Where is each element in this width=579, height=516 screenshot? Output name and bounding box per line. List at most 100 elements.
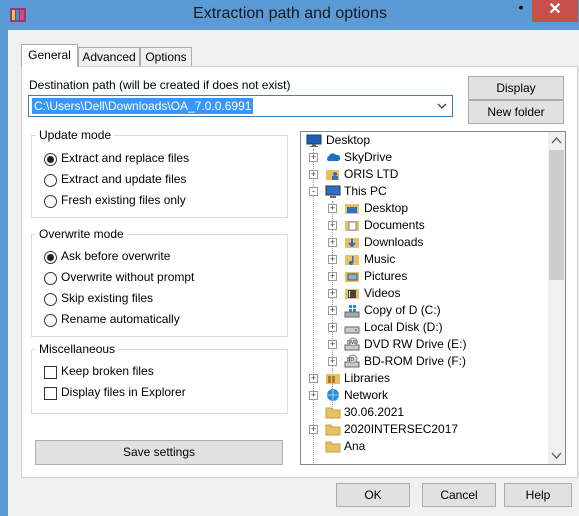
tree-item-this-pc[interactable]: - This PC xyxy=(301,183,549,200)
expand-icon[interactable]: + xyxy=(328,255,337,264)
tree-item-30-06-2021[interactable]: 30.06.2021 xyxy=(301,404,549,421)
chevron-down-icon[interactable] xyxy=(436,99,448,113)
rename-automatically-radio[interactable] xyxy=(44,314,57,327)
tree-item-ana[interactable]: Ana xyxy=(301,438,549,455)
documents-icon xyxy=(345,221,359,231)
videos-icon xyxy=(345,289,359,299)
new-folder-button[interactable]: New folder xyxy=(468,100,564,124)
desktop-icon xyxy=(306,134,322,147)
tree-item-documents[interactable]: + Documents xyxy=(301,217,549,234)
tree-item-copy-of-d[interactable]: + Copy of D (C:) xyxy=(301,302,549,319)
tree-item-this-pc-desktop[interactable]: + Desktop xyxy=(301,200,549,217)
miscellaneous-group: Miscellaneous Keep broken files Display … xyxy=(31,342,288,414)
bd-drive-icon: BD xyxy=(344,354,360,368)
folder-icon xyxy=(325,441,341,453)
tree-item-skydrive[interactable]: + SkyDrive xyxy=(301,149,549,166)
expand-icon[interactable]: + xyxy=(328,238,337,247)
tree-item-downloads[interactable]: + Downloads xyxy=(301,234,549,251)
cloud-icon xyxy=(327,153,341,161)
extract-replace-radio[interactable] xyxy=(44,153,57,166)
computer-icon xyxy=(325,185,341,198)
winrar-app-icon xyxy=(10,8,26,22)
skip-existing-label[interactable]: Skip existing files xyxy=(61,291,153,305)
network-icon xyxy=(327,389,339,401)
close-window-button[interactable]: ✕ xyxy=(532,0,578,22)
cancel-button[interactable]: Cancel xyxy=(422,483,496,507)
window-title: Extraction path and options xyxy=(193,5,387,22)
minimize-button[interactable]: • xyxy=(516,0,526,16)
destination-path-combobox[interactable]: C:\Users\Dell\Downloads\OA_7.0.0.6991 xyxy=(28,95,453,117)
tree-scrollbar[interactable] xyxy=(548,132,565,464)
tree-item-2020intersec2017[interactable]: + 2020INTERSEC2017 xyxy=(301,421,549,438)
tree-item-pictures[interactable]: + Pictures xyxy=(301,268,549,285)
extract-update-label[interactable]: Extract and update files xyxy=(61,172,186,186)
expand-icon[interactable]: + xyxy=(328,323,337,332)
tab-advanced[interactable]: Advanced xyxy=(78,47,140,66)
fresh-existing-label[interactable]: Fresh existing files only xyxy=(61,193,186,207)
keep-broken-files-label[interactable]: Keep broken files xyxy=(61,364,154,378)
expand-icon[interactable]: + xyxy=(309,425,318,434)
tree-item-desktop-root[interactable]: Desktop xyxy=(301,132,549,149)
tree-item-videos[interactable]: + Videos xyxy=(301,285,549,302)
update-mode-group: Update mode Extract and replace files Ex… xyxy=(31,128,288,218)
expand-icon[interactable]: + xyxy=(328,221,337,230)
tree-item-bd-rom-drive[interactable]: + BD BD-ROM Drive (F:) xyxy=(301,353,549,370)
tree-item-libraries[interactable]: + Libraries xyxy=(301,370,549,387)
tree-item-music[interactable]: + Music xyxy=(301,251,549,268)
tree-item-oris-ltd[interactable]: + ORIS LTD xyxy=(301,166,549,183)
destination-path-value[interactable]: C:\Users\Dell\Downloads\OA_7.0.0.6991 xyxy=(32,98,254,114)
ask-before-overwrite-radio[interactable] xyxy=(44,251,57,264)
expand-icon[interactable]: + xyxy=(309,391,318,400)
expand-icon[interactable]: + xyxy=(309,153,318,162)
libraries-icon xyxy=(326,374,340,384)
miscellaneous-title: Miscellaneous xyxy=(36,342,119,356)
tree-item-dvd-rw-drive[interactable]: + DVD DVD RW Drive (E:) xyxy=(301,336,549,353)
scrollbar-thumb[interactable] xyxy=(549,150,564,280)
dvd-drive-icon: DVD xyxy=(344,337,360,351)
music-icon xyxy=(345,255,359,265)
collapse-icon[interactable]: - xyxy=(309,187,318,196)
extract-update-radio[interactable] xyxy=(44,174,57,187)
folder-tree[interactable]: Desktop + SkyDrive + ORIS LTD - This PC … xyxy=(300,131,566,465)
dialog-body: General Advanced Options Destination pat… xyxy=(8,30,579,516)
expand-icon[interactable]: + xyxy=(328,204,337,213)
tree-item-network[interactable]: + Network xyxy=(301,387,549,404)
tab-options[interactable]: Options xyxy=(140,47,192,66)
tree-item-local-disk-d[interactable]: + Local Disk (D:) xyxy=(301,319,549,336)
expand-icon[interactable]: + xyxy=(328,272,337,281)
windows-drive-icon xyxy=(344,305,360,318)
expand-icon[interactable]: + xyxy=(309,374,318,383)
expand-icon[interactable]: + xyxy=(328,306,337,315)
keep-broken-files-checkbox[interactable] xyxy=(44,366,57,379)
user-folder-icon xyxy=(326,170,339,180)
rename-automatically-label[interactable]: Rename automatically xyxy=(61,312,180,326)
ask-before-overwrite-label[interactable]: Ask before overwrite xyxy=(61,249,170,263)
expand-icon[interactable]: + xyxy=(328,340,337,349)
tab-general[interactable]: General xyxy=(21,44,78,67)
expand-icon[interactable]: + xyxy=(328,357,337,366)
skip-existing-radio[interactable] xyxy=(44,293,57,306)
folder-icon xyxy=(325,407,341,419)
pictures-icon xyxy=(345,272,359,282)
scroll-down-icon[interactable] xyxy=(548,447,565,464)
save-settings-button[interactable]: Save settings xyxy=(35,440,283,465)
title-bar: Extraction path and options • ✕ xyxy=(0,0,579,30)
svg-text:DVD: DVD xyxy=(347,340,358,346)
overwrite-mode-group: Overwrite mode Ask before overwrite Over… xyxy=(31,227,288,337)
ok-button[interactable]: OK xyxy=(336,483,410,507)
folder-icon xyxy=(325,424,341,436)
display-button[interactable]: Display xyxy=(468,76,564,100)
scroll-up-icon[interactable] xyxy=(548,132,565,149)
fresh-existing-radio[interactable] xyxy=(44,195,57,208)
hard-drive-icon xyxy=(344,326,360,334)
overwrite-without-prompt-label[interactable]: Overwrite without prompt xyxy=(61,270,194,284)
expand-icon[interactable]: + xyxy=(309,170,318,179)
display-in-explorer-checkbox[interactable] xyxy=(44,387,57,400)
extract-replace-label[interactable]: Extract and replace files xyxy=(61,151,189,165)
desktop-folder-icon xyxy=(345,204,359,214)
svg-text:BD: BD xyxy=(347,357,354,363)
expand-icon[interactable]: + xyxy=(328,289,337,298)
display-in-explorer-label[interactable]: Display files in Explorer xyxy=(61,385,186,399)
overwrite-without-prompt-radio[interactable] xyxy=(44,272,57,285)
help-button[interactable]: Help xyxy=(504,483,572,507)
